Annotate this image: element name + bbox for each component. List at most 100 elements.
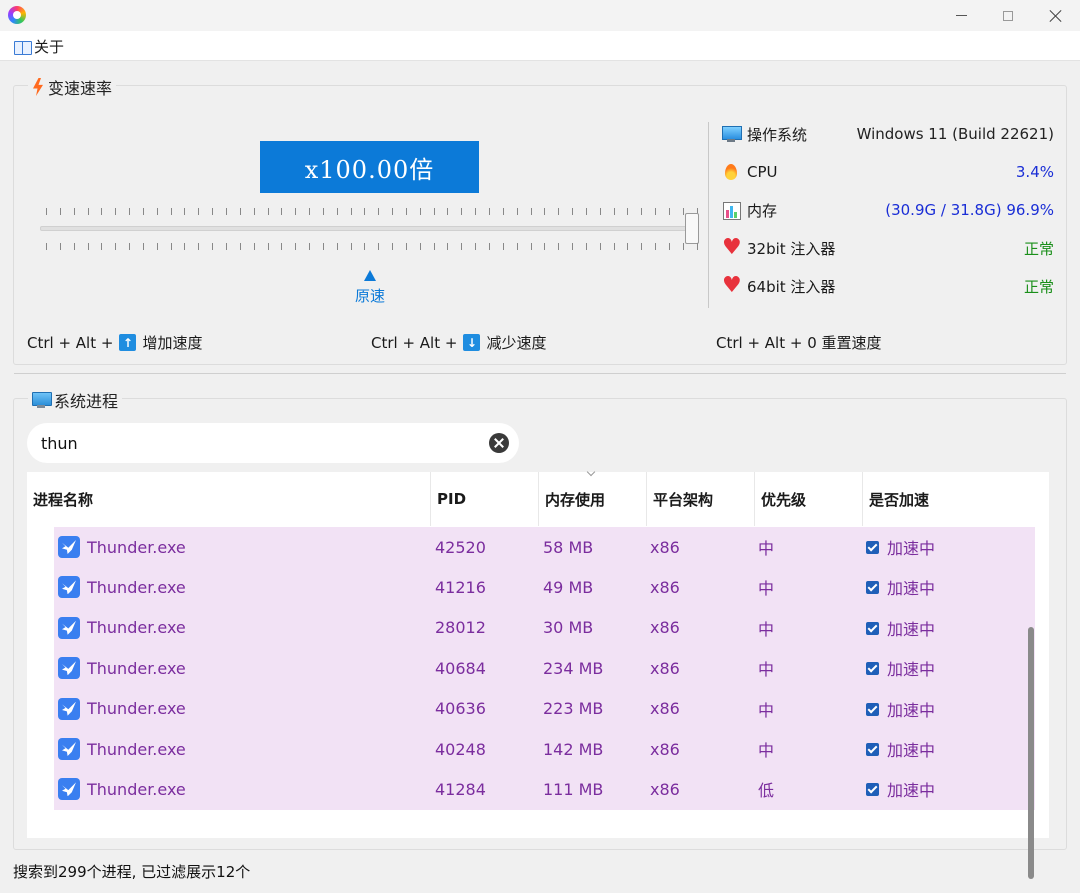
slider-tick <box>516 208 518 215</box>
origin-speed-marker[interactable]: 原速 <box>340 270 400 306</box>
section-divider <box>14 373 1066 374</box>
process-accelerated-cell: 加速中 <box>887 660 936 680</box>
slider-tick <box>336 243 338 250</box>
column-header-pid[interactable]: PID <box>431 472 539 526</box>
slider-tick <box>585 208 587 215</box>
slider-tick <box>655 243 657 250</box>
slider-tick <box>115 243 117 250</box>
slider-tick <box>46 208 47 215</box>
app-icon <box>8 6 26 24</box>
slider-tick <box>696 243 698 250</box>
table-row[interactable]: Thunder.exe 41216 49 MB x86 中 加速中 <box>54 567 1035 608</box>
slider-tick <box>544 243 546 250</box>
slider-tick <box>489 208 490 215</box>
table-row[interactable]: Thunder.exe 28012 30 MB x86 中 加速中 <box>54 607 1035 649</box>
search-input[interactable] <box>41 431 481 455</box>
table-row[interactable]: Thunder.exe 40248 142 MB x86 中 加速中 <box>54 729 1035 770</box>
column-header-memory[interactable]: 内存使用 <box>539 472 647 526</box>
slider-tick <box>212 243 214 250</box>
slider-tick <box>350 243 352 250</box>
checkbox-checked-icon[interactable] <box>866 783 879 797</box>
slider-track[interactable] <box>40 226 698 231</box>
process-pid-cell: 40684 <box>435 658 486 678</box>
shortcut-reset: Ctrl + Alt + 0 重置速度 <box>716 332 882 353</box>
sys-row-memory: 内存 (30.9G / 31.8G) 96.9% <box>722 197 1054 223</box>
table-scrollbar[interactable] <box>1028 627 1034 879</box>
slider-tick <box>115 208 117 215</box>
column-header-accelerated[interactable]: 是否加速 <box>863 472 1035 526</box>
slider-tick <box>253 243 255 250</box>
shortcut-decrease-label: 减少速度 <box>486 334 547 352</box>
heart-icon <box>722 273 742 299</box>
table-row[interactable]: Thunder.exe 41284 111 MB x86 低 加速中 <box>54 769 1035 810</box>
maximize-button[interactable] <box>983 0 1033 31</box>
checkbox-checked-icon[interactable] <box>866 702 879 716</box>
checkbox-checked-icon[interactable] <box>866 581 879 595</box>
thunder-app-icon <box>58 697 80 720</box>
slider-tick <box>502 208 504 215</box>
slider-tick <box>433 208 435 215</box>
slider-thumb[interactable] <box>685 213 699 244</box>
slider-tick <box>101 208 103 215</box>
process-memory-cell: 234 MB <box>543 658 604 678</box>
slider-tick <box>281 208 283 215</box>
status-bar-text: 搜索到299个进程, 已过滤展示12个 <box>13 863 251 881</box>
process-accelerated-cell: 加速中 <box>887 781 936 801</box>
close-button[interactable] <box>1030 0 1080 31</box>
slider-tick <box>156 208 158 215</box>
checkbox-checked-icon[interactable] <box>866 541 879 554</box>
process-pid-cell: 40248 <box>435 739 486 759</box>
memory-value: (30.9G / 31.8G) 96.9% <box>885 201 1054 219</box>
checkbox-checked-icon[interactable] <box>866 662 879 676</box>
table-row[interactable]: Thunder.exe 40636 223 MB x86 中 加速中 <box>54 688 1035 729</box>
process-accelerated-cell: 加速中 <box>887 741 936 760</box>
menu-about[interactable]: 关于 <box>14 36 64 57</box>
process-name-cell: Thunder.exe <box>87 739 186 759</box>
table-row[interactable]: Thunder.exe 40684 234 MB x86 中 加速中 <box>54 648 1035 689</box>
column-header-priority[interactable]: 优先级 <box>755 472 863 526</box>
slider-tick <box>267 243 269 250</box>
speed-slider[interactable] <box>40 198 704 258</box>
process-pid-cell: 28012 <box>435 618 486 638</box>
slider-tick <box>59 243 61 250</box>
table-header: 进程名称 PID 内存使用 平台架构 优先级 是否加速 <box>27 472 1035 526</box>
checkbox-checked-icon[interactable] <box>866 743 879 756</box>
slider-ticks-bottom <box>46 243 698 250</box>
table-row[interactable]: Thunder.exe 42520 58 MB x86 中 加速中 <box>54 527 1035 568</box>
slider-tick <box>73 208 75 215</box>
process-table: 进程名称 PID 内存使用 平台架构 优先级 是否加速 Thunder.exe 4… <box>27 472 1049 838</box>
checkbox-checked-icon[interactable] <box>866 621 879 635</box>
slider-tick <box>627 208 629 215</box>
sys-row-injector32: 32bit 注入器 正常 <box>722 235 1054 261</box>
clear-search-icon[interactable] <box>489 433 509 453</box>
shortcut-reset-label: Ctrl + Alt + 0 重置速度 <box>716 334 882 352</box>
process-arch-cell: x86 <box>650 739 680 759</box>
minimize-icon <box>955 15 967 16</box>
speed-group-title-label: 变速速率 <box>48 79 113 98</box>
slider-tick <box>530 243 532 250</box>
main-area: 变速速率 x100.00倍 原速 操作系统 Windows 11 (Build … <box>0 61 1080 893</box>
slider-tick <box>156 243 158 250</box>
slider-tick <box>59 208 61 215</box>
search-box[interactable] <box>27 423 519 463</box>
process-group-title-label: 系统进程 <box>54 392 119 411</box>
process-accelerated-cell: 加速中 <box>887 579 936 599</box>
speed-group: 变速速率 x100.00倍 原速 操作系统 Windows 11 (Build … <box>13 75 1067 365</box>
slider-tick <box>627 243 629 250</box>
process-arch-cell: x86 <box>650 537 680 557</box>
process-priority-cell: 中 <box>758 619 775 639</box>
minimize-button[interactable] <box>936 0 986 31</box>
slider-tick <box>613 208 615 215</box>
process-accelerated-cell: 加速中 <box>887 700 936 720</box>
arrow-down-icon: ↓ <box>463 334 481 351</box>
slider-tick <box>350 208 352 215</box>
thunder-app-icon <box>58 778 80 801</box>
slider-tick <box>419 208 421 215</box>
bar-chart-icon <box>722 201 741 220</box>
column-header-arch[interactable]: 平台架构 <box>647 472 755 526</box>
slider-tick <box>309 208 311 215</box>
process-group-title: 系统进程 <box>28 388 123 412</box>
slider-tick <box>447 208 449 215</box>
column-header-name[interactable]: 进程名称 <box>27 472 431 526</box>
vertical-divider <box>708 122 709 308</box>
